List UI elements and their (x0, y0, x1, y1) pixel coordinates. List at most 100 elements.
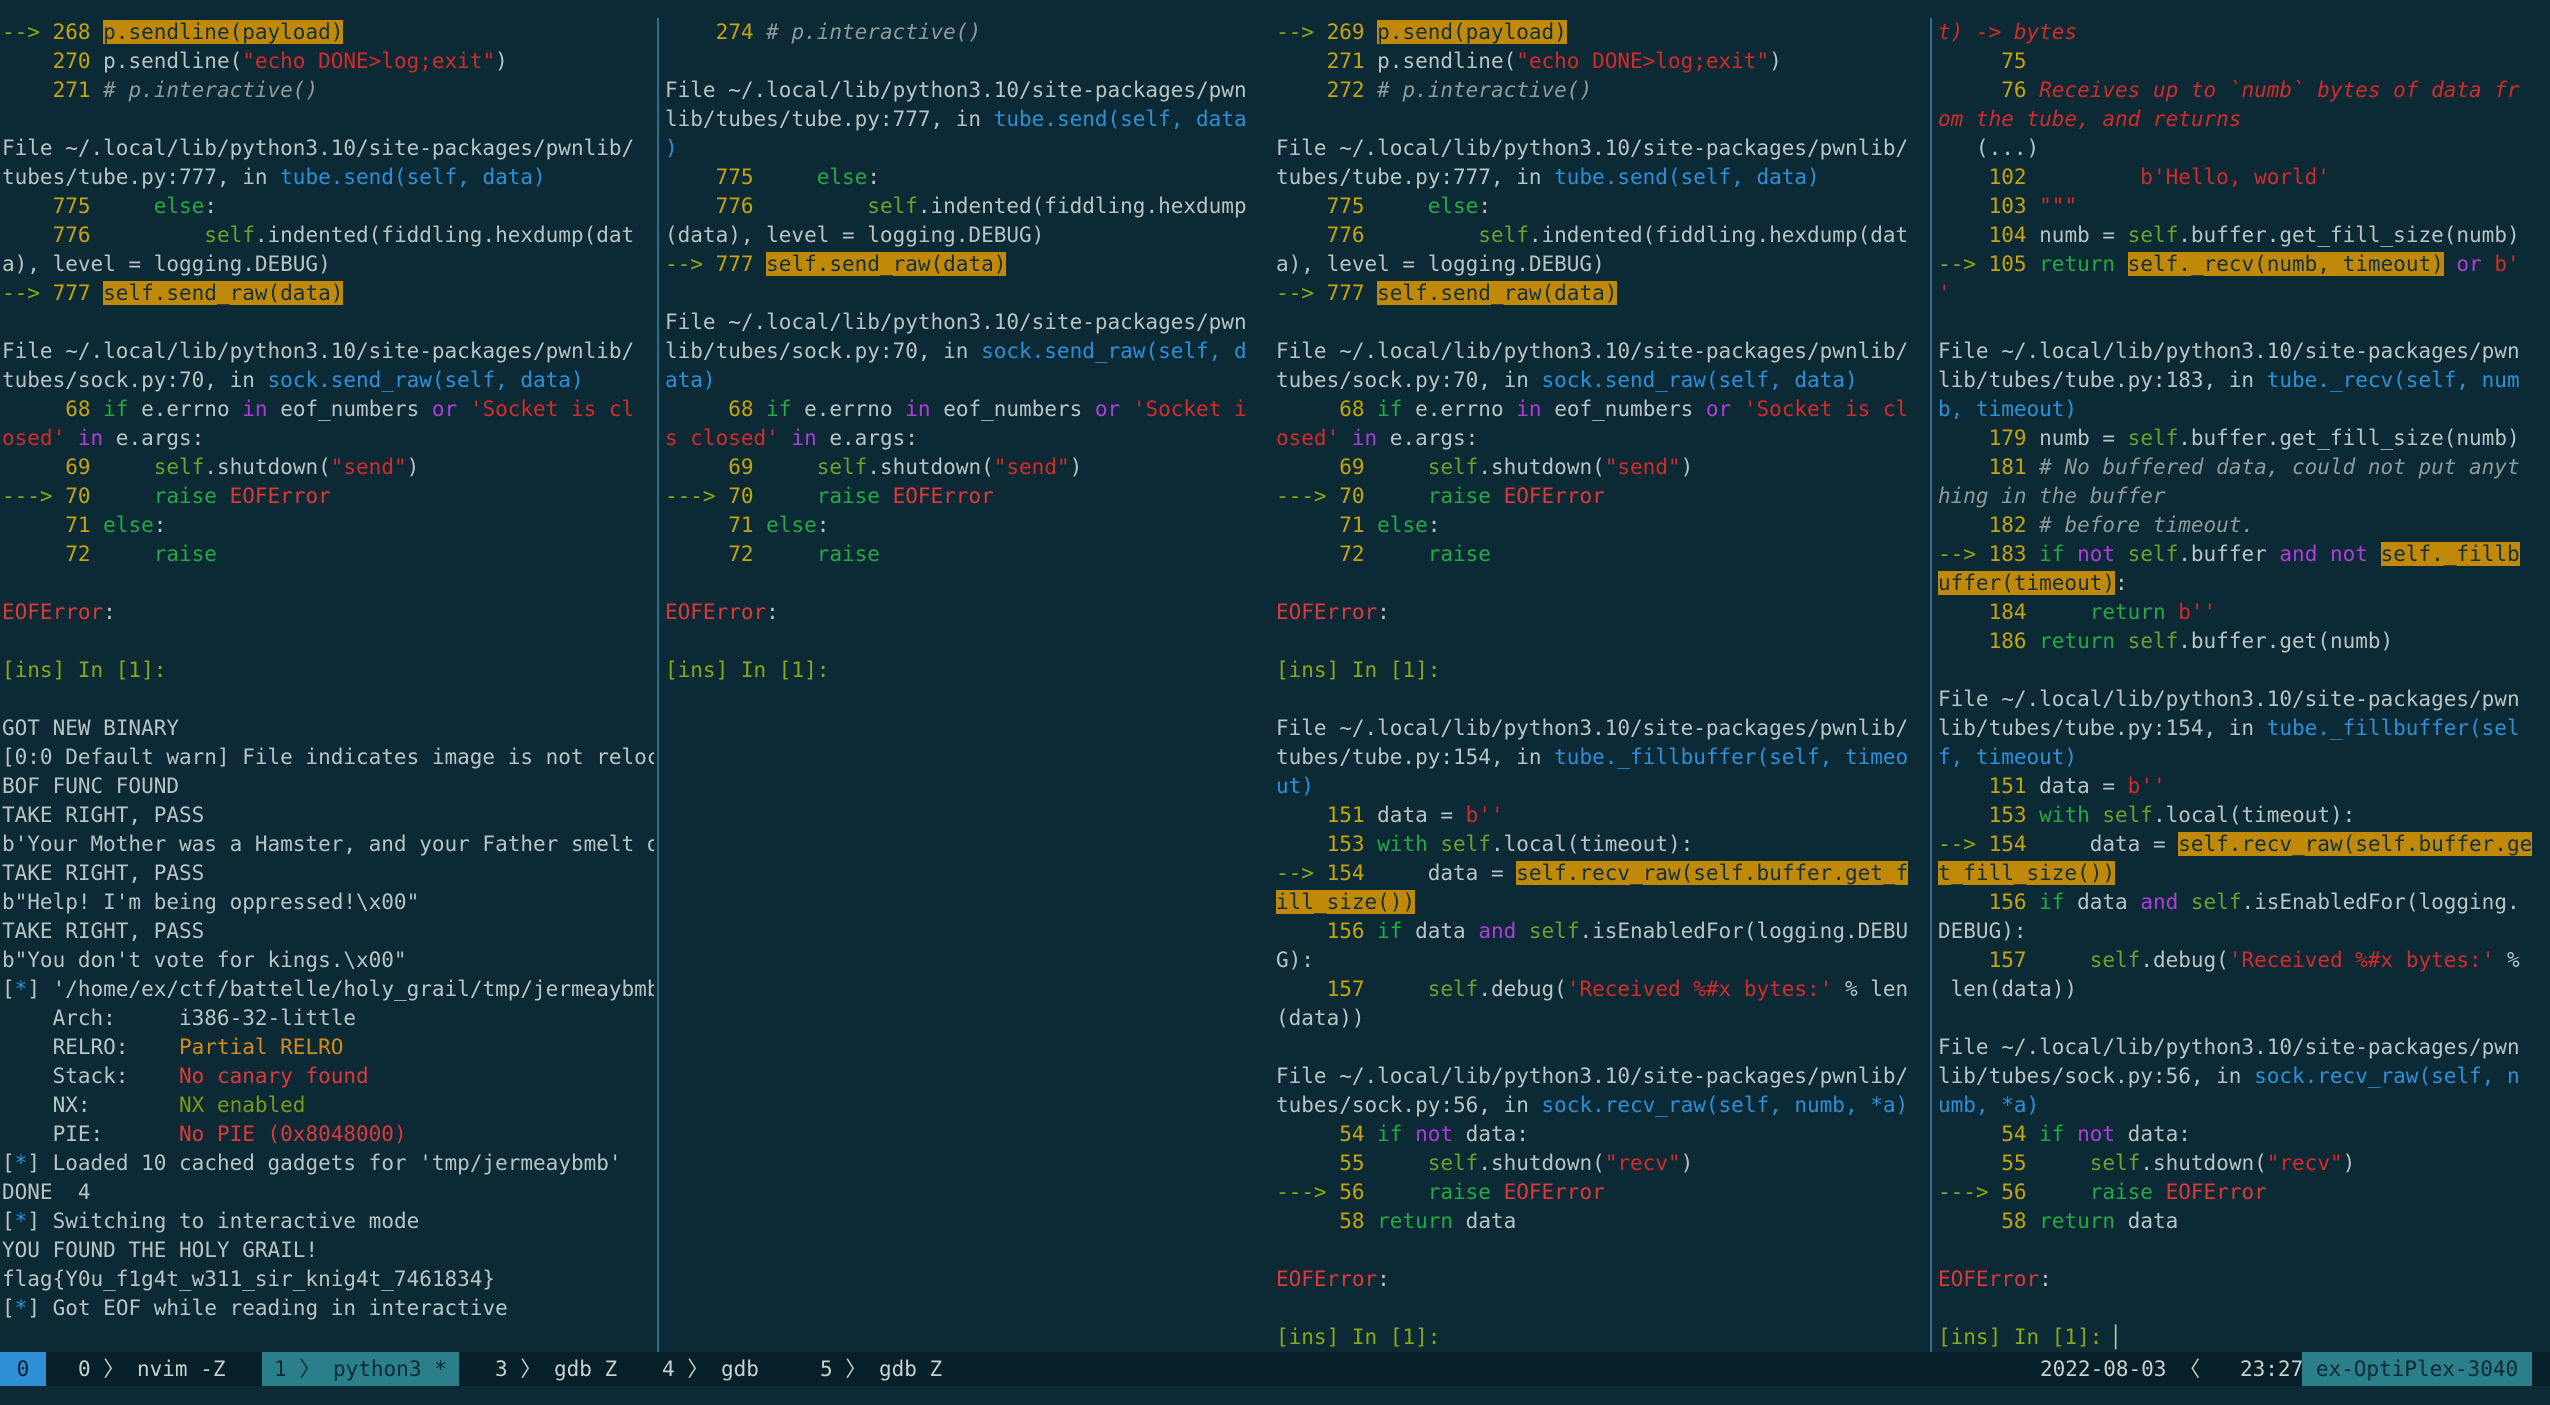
code-token: 274 (665, 20, 767, 44)
current-line-highlight: self.send_raw(data) (103, 281, 344, 305)
code-token: raise (1377, 1180, 1504, 1204)
code-token: : (1427, 513, 1441, 537)
code-token: EOFError (665, 600, 767, 624)
terminal-line: --> 777 self.send_raw(data) (2, 279, 654, 308)
terminal-line: EOFError: (1276, 598, 1921, 627)
terminal-line: tubes/tube.py:154, in tube._fillbuffer(s… (1276, 743, 1921, 772)
code-token: 103 (1938, 194, 2040, 218)
code-token: numb = (2039, 426, 2128, 450)
terminal-line: 157 self.debug('Received %#x bytes:' % (1938, 946, 2538, 975)
code-token: self (103, 223, 255, 247)
terminal-pane-left[interactable]: --> 268 p.sendline(payload) 270 p.sendli… (2, 18, 654, 1323)
code-token: 777 (715, 252, 767, 276)
code-token: 'Socket i (1132, 397, 1247, 421)
code-token: * (14, 1151, 28, 1175)
terminal-line: 54 if not data: (1276, 1120, 1921, 1149)
code-token: File ~/.local/lib/python3.10/site-packag… (1938, 339, 2520, 363)
session-badge[interactable]: 0 (0, 1352, 46, 1386)
terminal-line: om the tube, and returns (1938, 105, 2538, 134)
code-token: File ~/.local/lib/python3.10/site-packag… (2, 136, 635, 160)
terminal-pane-center-right[interactable]: --> 269 p.send(payload) 271 p.sendline("… (1276, 18, 1921, 1352)
current-line-highlight: self.send_raw(data) (766, 252, 1007, 276)
terminal-line: ---> 70 raise EOFError (2, 482, 654, 511)
code-token: tubes/sock.py:70, in (1276, 368, 1542, 392)
current-line-highlight: self._recv(numb, timeout) (2127, 252, 2444, 276)
code-token: 72 (665, 542, 767, 566)
code-token: ) (495, 49, 508, 73)
terminal-line: File ~/.local/lib/python3.10/site-packag… (1938, 1033, 2538, 1062)
terminal-line: 72 raise (1276, 540, 1921, 569)
window-tab-4[interactable]: 4 〉 gdb (662, 1352, 759, 1386)
window-tab-1-active[interactable]: 1 〉 python3 * (262, 1352, 459, 1386)
code-token: TAKE RIGHT, PASS (2, 861, 205, 885)
code-token: : (766, 600, 779, 624)
code-token: if (2039, 890, 2078, 914)
code-token: ---> (665, 484, 729, 508)
code-token: .buffer (2178, 542, 2280, 566)
terminal-line: --> 269 p.send(payload) (1276, 18, 1921, 47)
code-token: raise (1377, 484, 1504, 508)
terminal-line: File ~/.local/lib/python3.10/site-packag… (2, 337, 654, 366)
terminal-line: 775 else: (2, 192, 654, 221)
terminal-line: umb, *a) (1938, 1091, 2538, 1120)
terminal-line: b"You don't vote for kings.\x00" (2, 946, 654, 975)
terminal-pane-right[interactable]: t) -> bytes 75 76 Receives up to `numb` … (1938, 18, 2538, 1352)
window-tab-5[interactable]: 5 〉 gdb Z (820, 1352, 942, 1386)
code-token: 68 (1276, 397, 1378, 421)
code-token: 776 (665, 194, 767, 218)
code-token: File ~/.local/lib/python3.10/site-packag… (1938, 687, 2520, 711)
code-token: .local(timeout): (1490, 832, 1694, 856)
code-token: raise (766, 542, 880, 566)
code-token: 58 (1276, 1209, 1378, 1233)
code-token: 775 (1276, 194, 1378, 218)
terminal-line: [ins] In [1]: ▏ (1938, 1323, 2538, 1352)
terminal-line: 776 self.indented(fiddling.hexdump(dat (1276, 221, 1921, 250)
code-token: [ (2, 1151, 15, 1175)
code-token: : (1478, 194, 1491, 218)
terminal-line: Arch: i386-32-little (2, 1004, 654, 1033)
terminal-line: --> 154 data = self.recv_raw(self.buffer… (1938, 830, 2538, 859)
code-token: ' (1938, 281, 1951, 305)
code-token: 70 (728, 484, 767, 508)
code-token: ) (406, 455, 420, 479)
code-token: om the tube, and returns (1938, 107, 2242, 131)
code-token: b'' (2127, 774, 2166, 798)
window-index: 5 (820, 1357, 833, 1381)
terminal-line: 71 else: (665, 511, 1265, 540)
code-token: ---> (1276, 484, 1340, 508)
code-token: % (2494, 948, 2520, 972)
terminal-line: a), level = logging.DEBUG) (1276, 250, 1921, 279)
code-token: self (2127, 223, 2179, 247)
code-token: [ins] In [1]: (1938, 1325, 2116, 1349)
window-tab-3[interactable]: 3 〉 gdb Z (495, 1352, 617, 1386)
code-token: tubes/sock.py:70, in (2, 368, 268, 392)
window-tab-0[interactable]: 0 〉 nvim -Z (78, 1352, 225, 1386)
code-token: tube._recv(self, num (2266, 368, 2520, 392)
code-token: Arch: i386-32-little (2, 1006, 357, 1030)
terminal-line: YOU FOUND THE HOLY GRAIL! (2, 1236, 654, 1265)
terminal-line: 156 if data and self.isEnabledFor(loggin… (1276, 917, 1921, 946)
code-token: : (153, 513, 167, 537)
terminal-line: b, timeout) (1938, 395, 2538, 424)
code-token: ) (1680, 1151, 1694, 1175)
terminal-line: ill_size()) (1276, 888, 1921, 917)
code-token: 56 (1339, 1180, 1378, 1204)
code-token: [0:0 Default warn] File indicates image … (2, 745, 654, 769)
code-token: return (2039, 629, 2128, 653)
code-token: 68 (2, 397, 104, 421)
code-token: "recv" (2266, 1151, 2343, 1175)
code-token: : (1377, 1267, 1390, 1291)
terminal-line: 71 else: (2, 511, 654, 540)
terminal-pane-center-left[interactable]: 274 # p.interactive() File ~/.local/lib/p… (665, 18, 1265, 685)
terminal-line: [ins] In [1]: (1276, 1323, 1921, 1352)
code-token: .buffer.get_fill_size(numb) (2178, 223, 2520, 247)
code-token: .shutdown( (1478, 1151, 1605, 1175)
code-token: ---> (2, 484, 66, 508)
code-token: not (1415, 1122, 1466, 1146)
terminal-line: b"Help! I'm being oppressed!\x00" (2, 888, 654, 917)
terminal-line: 184 return b'' (1938, 598, 2538, 627)
terminal-line: [*] Loaded 10 cached gadgets for 'tmp/je… (2, 1149, 654, 1178)
